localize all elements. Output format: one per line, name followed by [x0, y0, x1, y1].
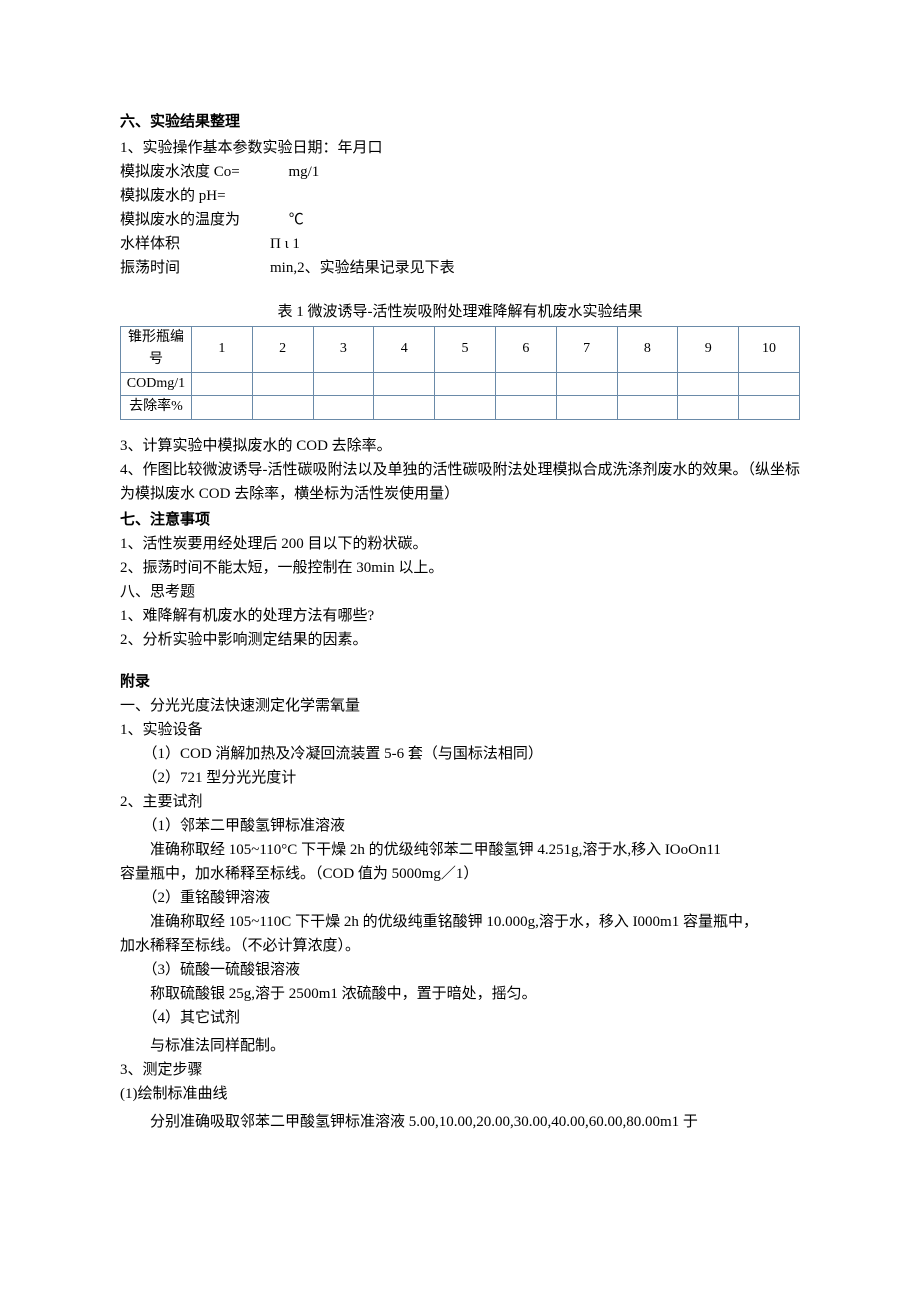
appendix-s2-r2t: （2）重铭酸钾溶液: [120, 886, 800, 910]
section6-item3: 3、计算实验中模拟废水的 COD 去除率。: [120, 434, 800, 458]
section7-item1: 1、活性炭要用经处理后 200 目以下的粉状碳。: [120, 532, 800, 556]
section8-item2: 2、分析实验中影响测定结果的因素。: [120, 628, 800, 652]
param-temp: 模拟废水的温度为 ℃: [120, 208, 800, 232]
appendix-title: 附录: [120, 670, 800, 694]
table-col-4: 4: [374, 327, 435, 373]
appendix-s2-r1t: （1）邻苯二甲酸氢钾标准溶液: [120, 814, 800, 838]
table-row-removal: 去除率%: [121, 396, 192, 419]
table-header-flask: 锥形瓶编号: [121, 327, 192, 373]
section6-item4: 4、作图比较微波诱导-活性碳吸附法以及单独的活性碳吸附法处理模拟合成洗涤剂废水的…: [120, 458, 800, 506]
table-col-7: 7: [556, 327, 617, 373]
appendix-s1-title: 1、实验设备: [120, 718, 800, 742]
appendix-s2-r2d2: 加水稀释至标线。（不必计算浓度）。: [120, 934, 800, 958]
section8-item1: 1、难降解有机废水的处理方法有哪些?: [120, 604, 800, 628]
results-table: 锥形瓶编号 1 2 3 4 5 6 7 8 9 10 CODmg/1 去除率%: [120, 326, 800, 420]
table-col-2: 2: [252, 327, 313, 373]
appendix-s1-i1: （1）COD 消解加热及冷凝回流装置 5-6 套（与国标法相同）: [120, 742, 800, 766]
appendix-s2-r3d: 称取硫酸银 25g,溶于 2500m1 浓硫酸中，置于暗处，摇匀。: [120, 982, 800, 1006]
appendix-s2-r4t: （4）其它试剂: [120, 1006, 800, 1030]
table-col-1: 1: [191, 327, 252, 373]
table-col-9: 9: [678, 327, 739, 373]
param-ph: 模拟废水的 pH=: [120, 184, 800, 208]
appendix-s3-i1d: 分别准确吸取邻苯二甲酸氢钾标准溶液 5.00,10.00,20.00,30.00…: [120, 1110, 800, 1134]
table1-title: 表 1 微波诱导-活性炭吸附处理难降解有机废水实验结果: [120, 300, 800, 324]
table-row: CODmg/1: [121, 372, 800, 395]
param-intro: 1、实验操作基本参数实验日期：年月口: [120, 136, 800, 160]
table-col-5: 5: [435, 327, 496, 373]
appendix-s3-title: 3、测定步骤: [120, 1058, 800, 1082]
appendix-s2-r3t: （3）硫酸一硫酸银溶液: [120, 958, 800, 982]
section7-item2: 2、振荡时间不能太短，一般控制在 30min 以上。: [120, 556, 800, 580]
appendix-s3-i1t: (1)绘制标准曲线: [120, 1082, 800, 1106]
appendix-s2-r4d: 与标准法同样配制。: [120, 1034, 800, 1058]
appendix-a1: 一、分光光度法快速测定化学需氧量: [120, 694, 800, 718]
section6-title: 六、实验结果整理: [120, 110, 800, 134]
table-col-3: 3: [313, 327, 374, 373]
section8-title: 八、思考题: [120, 580, 800, 604]
appendix-s2-r1d2: 容量瓶中，加水稀释至标线。（COD 值为 5000mg／1）: [120, 862, 800, 886]
table-row: 锥形瓶编号 1 2 3 4 5 6 7 8 9 10: [121, 327, 800, 373]
table-row: 去除率%: [121, 396, 800, 419]
appendix-s1-i2: （2）721 型分光光度计: [120, 766, 800, 790]
appendix-s2-r1d: 准确称取经 105~110°C 下干燥 2h 的优级纯邻苯二甲酸氢钾 4.251…: [120, 838, 800, 862]
table-col-10: 10: [739, 327, 800, 373]
appendix-s2-r2d: 准确称取经 105~110C 下干燥 2h 的优级纯重铭酸钾 10.000g,溶…: [120, 910, 800, 934]
table-col-6: 6: [495, 327, 556, 373]
table-row-cod: CODmg/1: [121, 372, 192, 395]
param-vol: 水样体积 Π ι 1: [120, 232, 800, 256]
table-col-8: 8: [617, 327, 678, 373]
param-shake: 振荡时间 min,2、实验结果记录见下表: [120, 256, 800, 280]
section7-title: 七、注意事项: [120, 508, 800, 532]
param-co: 模拟废水浓度 Co= mg/1: [120, 160, 800, 184]
appendix-s2-title: 2、主要试剂: [120, 790, 800, 814]
